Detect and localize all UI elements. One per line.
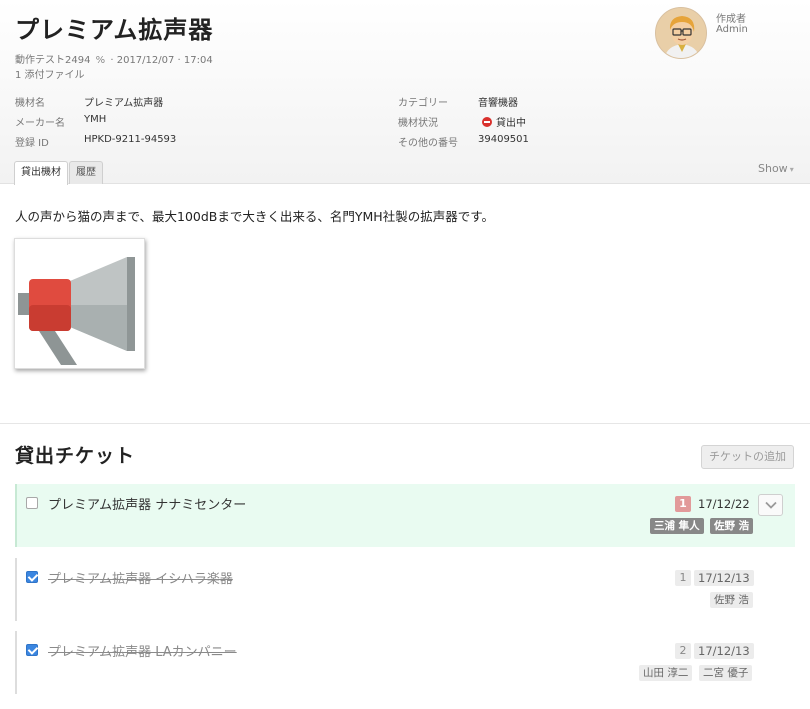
status-value: 貸出中 — [482, 114, 526, 129]
assignee-tag: 佐野 浩 — [710, 518, 754, 534]
prop-label: メーカー名 — [15, 118, 65, 129]
tickets-section-title: 貸出チケット — [15, 445, 136, 467]
prop-label: カテゴリー — [398, 98, 448, 109]
assignee-tag: 二宮 優子 — [699, 665, 753, 681]
equipment-image[interactable] — [14, 238, 145, 369]
author-label: 作成者 — [716, 14, 746, 25]
comment-count-badge: 1 — [675, 570, 691, 586]
show-toggle[interactable]: Show ▾ — [758, 162, 794, 175]
caret-down-icon: ▾ — [789, 165, 794, 174]
prop-value: 39409501 — [478, 134, 529, 145]
ticket-checkbox[interactable] — [26, 497, 38, 509]
show-label: Show — [758, 162, 788, 175]
page-title: プレミアム拡声器 — [15, 16, 214, 44]
prop-value: YMH — [84, 114, 107, 125]
equipment-description: 人の声から猫の声まで、最大100dBまで大きく出来る、名門YMH社製の拡声器です… — [15, 209, 494, 224]
prop-label: 機材状況 — [398, 118, 438, 129]
prop-label: その他の番号 — [398, 138, 458, 149]
prop-value: プレミアム拡声器 — [84, 98, 164, 109]
author-name[interactable]: Admin — [716, 24, 748, 35]
avatar-icon[interactable] — [655, 7, 707, 59]
created-date: 2017/12/07 · 17:04 — [116, 55, 213, 66]
no-entry-icon — [482, 117, 492, 127]
chevron-down-icon — [765, 501, 777, 509]
prop-label: 登録 ID — [15, 138, 49, 149]
ticket-date: 17/12/13 — [694, 570, 754, 586]
attachments-link[interactable]: 1 添付ファイル — [15, 66, 85, 81]
test-id: 動作テスト2494 — [15, 55, 91, 66]
paperclip-icon: % — [95, 55, 106, 66]
megaphone-icon — [15, 239, 144, 368]
tab-lending-equipment[interactable]: 貸出機材 — [14, 161, 68, 185]
prop-label: 機材名 — [15, 98, 45, 109]
ticket-title[interactable]: プレミアム拡声器 イシハラ楽器 — [48, 568, 233, 587]
ticket-title[interactable]: プレミアム拡声器 LAカンパニー — [48, 641, 237, 660]
equipment-header: プレミアム拡声器 動作テスト2494 % · 2017/12/07 · 17:0… — [0, 0, 810, 185]
ticket-row[interactable]: プレミアム拡声器 LAカンパニー 2 17/12/13 山田 淳二 二宮 優子 — [15, 631, 795, 694]
equipment-meta: 動作テスト2494 % · 2017/12/07 · 17:04 — [15, 51, 213, 66]
prop-value: 音響機器 — [478, 98, 518, 109]
ticket-row[interactable]: プレミアム拡声器 ナナミセンター 1 17/12/22 三浦 隼人 佐野 浩 — [15, 484, 795, 547]
ticket-date: 17/12/13 — [694, 643, 754, 659]
status-text: 貸出中 — [496, 118, 526, 129]
comment-count-badge: 1 — [675, 496, 691, 512]
ticket-row[interactable]: プレミアム拡声器 イシハラ楽器 1 17/12/13 佐野 浩 — [15, 558, 795, 621]
ticket-checkbox[interactable] — [26, 644, 38, 656]
assignee-tag: 三浦 隼人 — [650, 518, 704, 534]
ticket-title[interactable]: プレミアム拡声器 ナナミセンター — [48, 494, 246, 513]
ticket-checkbox[interactable] — [26, 571, 38, 583]
ticket-date: 17/12/22 — [698, 497, 750, 511]
meta-separator: · — [110, 55, 114, 66]
prop-value: HPKD-9211-94593 — [84, 134, 177, 145]
assignee-tag: 山田 淳二 — [639, 665, 693, 681]
assignee-tag: 佐野 浩 — [710, 592, 753, 608]
tab-history[interactable]: 履歴 — [69, 161, 103, 184]
ticket-menu-button[interactable] — [758, 494, 783, 516]
comment-count-badge: 2 — [675, 643, 691, 659]
section-divider — [0, 423, 810, 424]
add-ticket-button[interactable]: チケットの追加 — [701, 445, 794, 469]
